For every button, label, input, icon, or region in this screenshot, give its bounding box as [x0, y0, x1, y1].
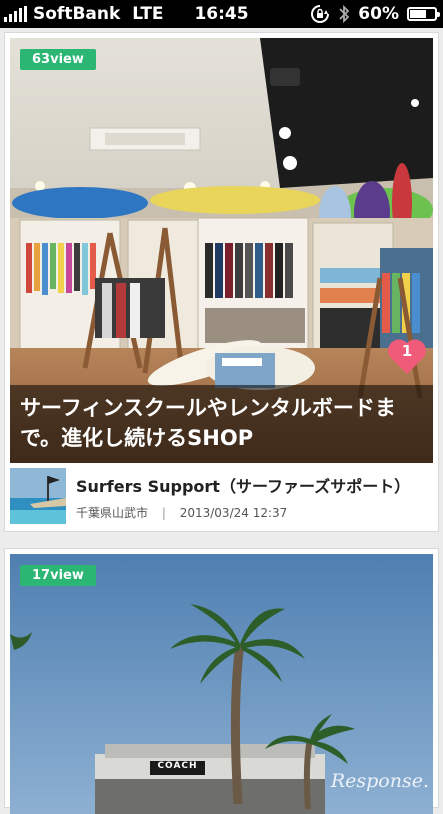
like-button[interactable]: 1	[385, 334, 429, 378]
store-sign: COACH	[150, 761, 205, 771]
view-count-badge: 17view	[20, 565, 96, 586]
like-count: 1	[385, 342, 429, 360]
separator: |	[162, 506, 166, 520]
feed-card[interactable]: 63view 1 サーフィンスクールやレンタルボードまで。進化し続けるSHOP …	[4, 32, 439, 532]
bluetooth-icon	[338, 4, 350, 24]
location-date-line: 千葉県山武市 | 2013/03/24 12:37	[76, 504, 287, 521]
article-headline[interactable]: サーフィンスクールやレンタルボードまで。進化し続けるSHOP	[10, 385, 433, 463]
shop-name[interactable]: Surfers Support（サーファーズサポート）	[76, 473, 410, 497]
beach-thumbnail-image	[10, 468, 66, 524]
location-label: 千葉県山武市	[76, 506, 148, 520]
status-bar: SoftBank LTE 16:45 60%	[0, 0, 443, 28]
view-count-badge: 63view	[20, 49, 96, 70]
shop-meta[interactable]: Surfers Support（サーファーズサポート） 千葉県山武市 | 201…	[10, 468, 433, 528]
rotation-lock-icon	[310, 4, 330, 24]
battery-icon	[407, 7, 437, 21]
battery-percent: 60%	[358, 4, 399, 24]
response-watermark: Response.	[331, 770, 429, 792]
shop-thumbnail[interactable]	[10, 468, 66, 524]
feed-card[interactable]: 17view COACH	[4, 548, 439, 808]
post-date: 2013/03/24 12:37	[180, 506, 288, 520]
